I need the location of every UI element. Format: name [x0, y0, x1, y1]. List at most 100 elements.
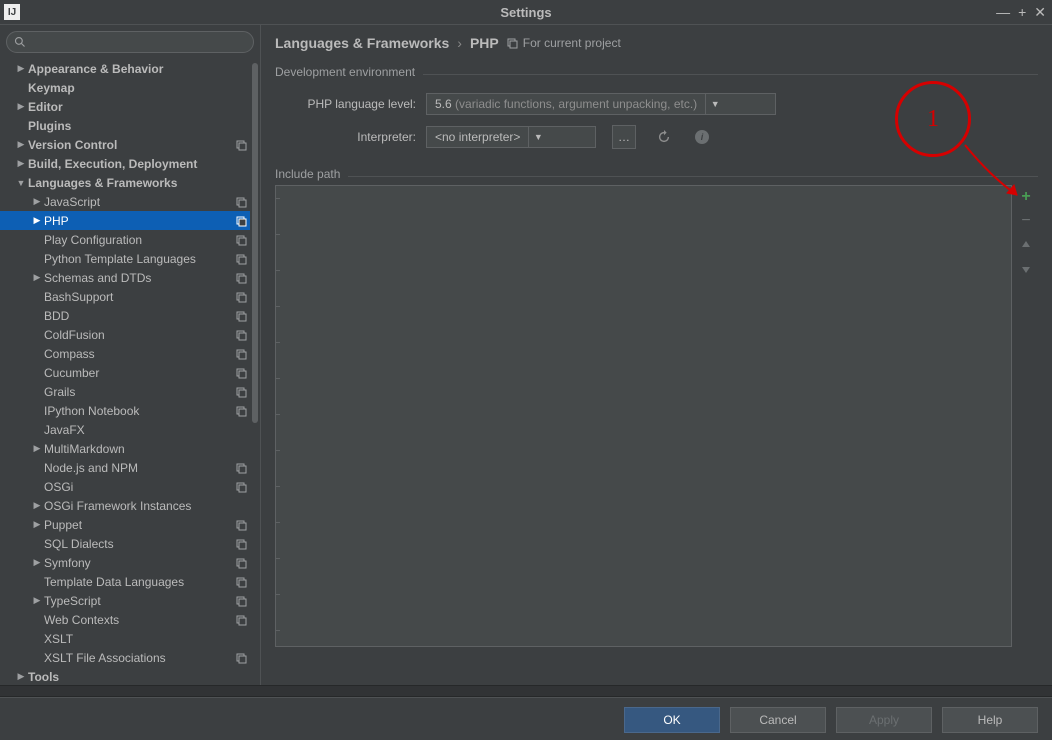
tree-item[interactable]: JavaFX [0, 420, 250, 439]
tree-item[interactable]: ▼Languages & Frameworks [0, 173, 250, 192]
project-scope-icon [236, 557, 248, 569]
project-scope-icon [236, 215, 248, 227]
chevron-right-icon[interactable]: ▶ [30, 500, 44, 511]
tree-item-label: Compass [44, 347, 230, 361]
include-path-section-label: Include path [275, 167, 340, 181]
tree-item[interactable]: ▶Build, Execution, Deployment [0, 154, 250, 173]
chevron-right-icon[interactable]: ▶ [14, 139, 28, 150]
tree-item[interactable]: Template Data Languages [0, 572, 250, 591]
include-path-section-line [348, 176, 1038, 177]
tree-item-label: XSLT [44, 632, 230, 646]
window-maximize-button[interactable]: + [1018, 4, 1026, 20]
tree-item[interactable]: IPython Notebook [0, 401, 250, 420]
tree-item[interactable]: ▶Editor [0, 97, 250, 116]
tree-item[interactable]: ▶PHP [0, 211, 250, 230]
tree-item-label: MultiMarkdown [44, 442, 230, 456]
tree-item[interactable]: Keymap [0, 78, 250, 97]
interpreter-browse-button[interactable]: … [612, 125, 636, 149]
info-icon[interactable]: i [692, 127, 712, 147]
chevron-down-icon[interactable]: ▼ [705, 94, 724, 114]
help-button[interactable]: Help [942, 707, 1038, 733]
chevron-right-icon[interactable]: ▶ [30, 557, 44, 568]
project-scope-icon [236, 367, 248, 379]
window-minimize-button[interactable]: — [996, 4, 1010, 20]
tree-item[interactable]: ▶TypeScript [0, 591, 250, 610]
settings-tree[interactable]: ▶Appearance & BehaviorKeymap▶EditorPlugi… [0, 59, 260, 685]
project-scope-icon [236, 576, 248, 588]
tree-item[interactable]: OSGi [0, 477, 250, 496]
apply-button[interactable]: Apply [836, 707, 932, 733]
include-path-move-up-button[interactable] [1018, 237, 1034, 253]
window-controls: — + ✕ [996, 0, 1046, 24]
tree-item[interactable]: XSLT [0, 629, 250, 648]
lang-level-combo[interactable]: 5.6 (variadic functions, argument unpack… [426, 93, 776, 115]
include-path-move-down-button[interactable] [1018, 261, 1034, 277]
tree-item-label: OSGi [44, 480, 230, 494]
tree-item[interactable]: Plugins [0, 116, 250, 135]
search-wrap [0, 25, 260, 59]
tree-item[interactable]: ▶MultiMarkdown [0, 439, 250, 458]
chevron-right-icon[interactable]: ▶ [14, 158, 28, 169]
interpreter-label: Interpreter: [275, 130, 416, 144]
cancel-button[interactable]: Cancel [730, 707, 826, 733]
tree-item-label: Editor [28, 100, 230, 114]
chevron-right-icon[interactable]: ▶ [14, 101, 28, 112]
search-input[interactable] [6, 31, 254, 53]
chevron-right-icon[interactable]: ▶ [30, 272, 44, 283]
project-scope-icon [236, 139, 248, 151]
chevron-right-icon[interactable]: ▶ [14, 671, 28, 682]
window-close-button[interactable]: ✕ [1034, 4, 1046, 21]
tree-item[interactable]: SQL Dialects [0, 534, 250, 553]
chevron-right-icon[interactable]: ▶ [14, 63, 28, 74]
tree-item[interactable]: Compass [0, 344, 250, 363]
chevron-right-icon[interactable]: ▶ [30, 196, 44, 207]
tree-item[interactable]: ▶OSGi Framework Instances [0, 496, 250, 515]
tree-item[interactable]: ▶Tools [0, 667, 250, 685]
interpreter-combo[interactable]: <no interpreter> ▼ [426, 126, 596, 148]
chevron-down-icon[interactable]: ▼ [528, 127, 547, 147]
include-path-remove-button[interactable]: − [1018, 213, 1034, 229]
breadcrumb-root[interactable]: Languages & Frameworks [275, 35, 449, 51]
tree-item-label: Web Contexts [44, 613, 230, 627]
tree-item[interactable]: Cucumber [0, 363, 250, 382]
include-path-list[interactable] [275, 185, 1012, 647]
tree-item-label: TypeScript [44, 594, 230, 608]
footer-separator [0, 685, 1052, 697]
tree-item[interactable]: BashSupport [0, 287, 250, 306]
tree-item-label: ColdFusion [44, 328, 230, 342]
tree-item[interactable]: Grails [0, 382, 250, 401]
tree-item[interactable]: ▶Version Control [0, 135, 250, 154]
tree-item-label: Cucumber [44, 366, 230, 380]
chevron-right-icon[interactable]: ▶ [30, 519, 44, 530]
tree-item[interactable]: ▶Appearance & Behavior [0, 59, 250, 78]
tree-item[interactable]: Play Configuration [0, 230, 250, 249]
project-scope-icon [236, 253, 248, 265]
tree-item[interactable]: Web Contexts [0, 610, 250, 629]
tree-item-label: Keymap [28, 81, 230, 95]
scrollbar-thumb[interactable] [252, 63, 258, 423]
title-bar: IJ Settings — + ✕ [0, 0, 1052, 25]
include-path-add-button[interactable]: + [1018, 189, 1034, 205]
tree-item[interactable]: ▶Puppet [0, 515, 250, 534]
chevron-down-icon[interactable]: ▼ [14, 178, 28, 188]
ok-button[interactable]: OK [624, 707, 720, 733]
project-scope-icon [236, 348, 248, 360]
lang-level-hint: (variadic functions, argument unpacking,… [455, 97, 697, 111]
chevron-right-icon[interactable]: ▶ [30, 215, 44, 226]
project-scope-icon [236, 329, 248, 341]
tree-item[interactable]: BDD [0, 306, 250, 325]
chevron-right-icon[interactable]: ▶ [30, 595, 44, 606]
tree-item[interactable]: ColdFusion [0, 325, 250, 344]
tree-item[interactable]: ▶JavaScript [0, 192, 250, 211]
tree-item[interactable]: ▶Schemas and DTDs [0, 268, 250, 287]
project-scope-icon [236, 405, 248, 417]
chevron-right-icon[interactable]: ▶ [30, 443, 44, 454]
tree-item[interactable]: Python Template Languages [0, 249, 250, 268]
reload-interpreter-button[interactable] [654, 127, 674, 147]
tree-item[interactable]: Node.js and NPM [0, 458, 250, 477]
dev-env-section-label: Development environment [275, 65, 415, 79]
tree-item[interactable]: XSLT File Associations [0, 648, 250, 667]
project-scope-icon [236, 652, 248, 664]
tree-item-label: Grails [44, 385, 230, 399]
tree-item[interactable]: ▶Symfony [0, 553, 250, 572]
